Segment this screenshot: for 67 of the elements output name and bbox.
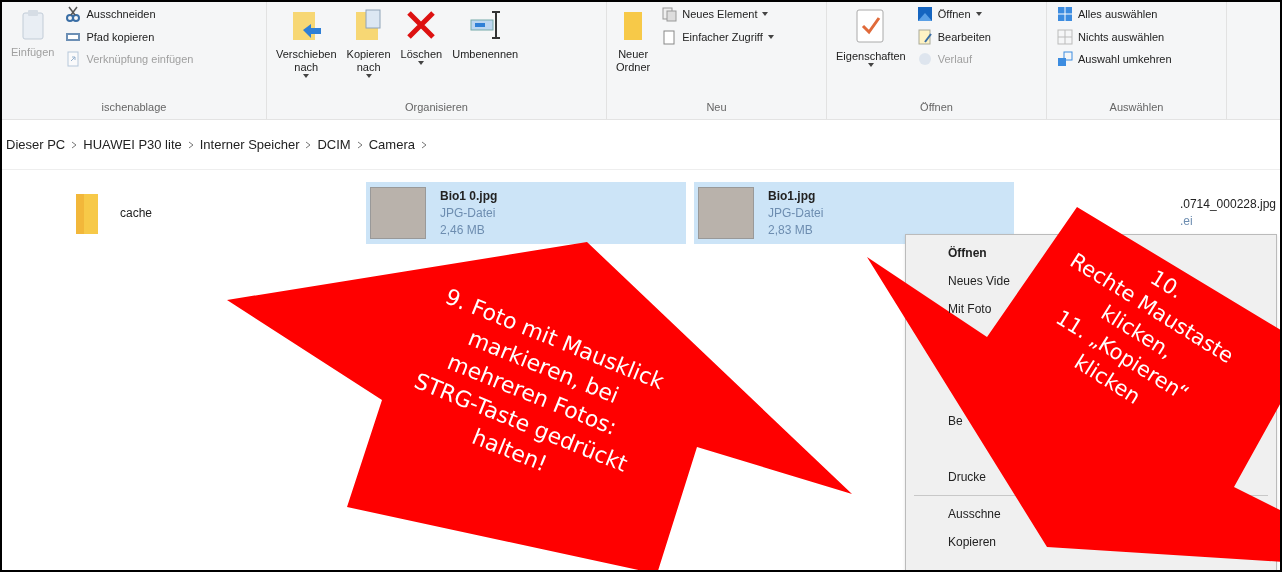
caret-icon (767, 34, 774, 39)
chevron-icon (71, 140, 78, 149)
ribbon-button[interactable]: Umbenennen (449, 6, 522, 61)
ribbon-button[interactable]: Öffnen (916, 6, 991, 23)
group-label: ischenablage (100, 100, 168, 115)
caret-icon (303, 74, 310, 78)
shortcut-icon (65, 51, 82, 68)
grid-icon (1057, 6, 1073, 23)
chevron-icon (187, 140, 194, 149)
breadcrumb-item[interactable]: DCIM (317, 134, 351, 155)
file-type: .ei (1179, 213, 1194, 230)
ribbon-button[interactable]: Eigenschaften (833, 6, 909, 67)
file-item[interactable]: Bio1.jpg JPG-Datei 2,83 MB (694, 182, 1014, 244)
chevron-icon (305, 140, 312, 149)
group-label: Öffnen (919, 100, 954, 115)
ribbon-button[interactable]: Pfad kopieren (65, 28, 194, 45)
file-name: Bio1 0.jpg (440, 187, 498, 205)
caret-icon (975, 12, 982, 17)
file-name: cache (120, 204, 153, 222)
caret-icon (762, 12, 769, 17)
breadcrumb-item[interactable]: Camera (368, 134, 415, 155)
file-name: Bio1.jpg (768, 187, 817, 205)
group-label: Auswählen (1108, 100, 1165, 115)
menu-item[interactable]: Kopieren (948, 535, 997, 549)
ribbon-button[interactable]: Einfacher Zugriff (661, 28, 774, 45)
ribbon-button[interactable]: Ausschneiden (65, 6, 194, 23)
file-type: JPG-Datei (440, 204, 497, 222)
ribbon-button[interactable]: Alles auswählen (1057, 6, 1172, 23)
rename-icon (468, 8, 503, 42)
ribbon-button[interactable]: Bearbeiten (916, 28, 991, 45)
caret-icon (867, 63, 874, 67)
caret-icon (418, 61, 425, 65)
photo-placeholder (698, 187, 754, 239)
file-item[interactable]: cache (38, 182, 358, 244)
file-item[interactable]: Bio1 0.jpg JPG-Datei 2,46 MB (366, 182, 686, 244)
menu-item[interactable]: Öffnen (948, 246, 987, 260)
photo-placeholder (370, 187, 426, 239)
scissors-icon (65, 6, 82, 23)
ribbon-button[interactable]: Neuer Ordner (613, 6, 654, 74)
ribbon-button[interactable]: Auswahl umkehren (1057, 51, 1172, 68)
file-type: JPG-Datei (768, 204, 824, 222)
page-icon (661, 28, 678, 45)
menu-item[interactable]: Be (948, 414, 963, 428)
image-icon (916, 6, 933, 23)
ribbon-button[interactable]: Neues Element (661, 6, 774, 23)
ribbon-button[interactable]: Löschen (397, 6, 446, 65)
group-label: Organisieren (404, 100, 469, 115)
breadcrumb-item[interactable]: Interner Speicher (199, 134, 300, 155)
file-size: 2,83 MB (768, 221, 814, 239)
menu-item[interactable]: Neues Vide (948, 274, 1010, 288)
empty-grid-icon (1057, 28, 1073, 45)
breadcrumb-item[interactable]: HUAWEI P30 lite (83, 134, 182, 155)
ribbon-button[interactable]: Nichts auswählen (1057, 28, 1172, 45)
chevron-icon (356, 140, 363, 149)
ribbon-button[interactable]: Verschieben nach (273, 6, 340, 78)
ribbon-button[interactable]: Kopieren nach (343, 6, 394, 78)
new-item-icon (661, 6, 678, 23)
invert-selection-icon (1057, 51, 1073, 68)
menu-item[interactable]: Ausschne (948, 507, 1001, 521)
edit-page-icon (916, 28, 933, 45)
caret-icon (365, 74, 372, 78)
file-size: 2,46 MB (440, 221, 486, 239)
group-label: Neu (705, 100, 728, 115)
chevron-icon (420, 140, 427, 149)
menu-item[interactable]: Mit Foto (948, 302, 992, 316)
breadcrumb-item[interactable]: Dieser PC (6, 134, 66, 155)
menu-item[interactable]: Drucke (948, 470, 986, 484)
